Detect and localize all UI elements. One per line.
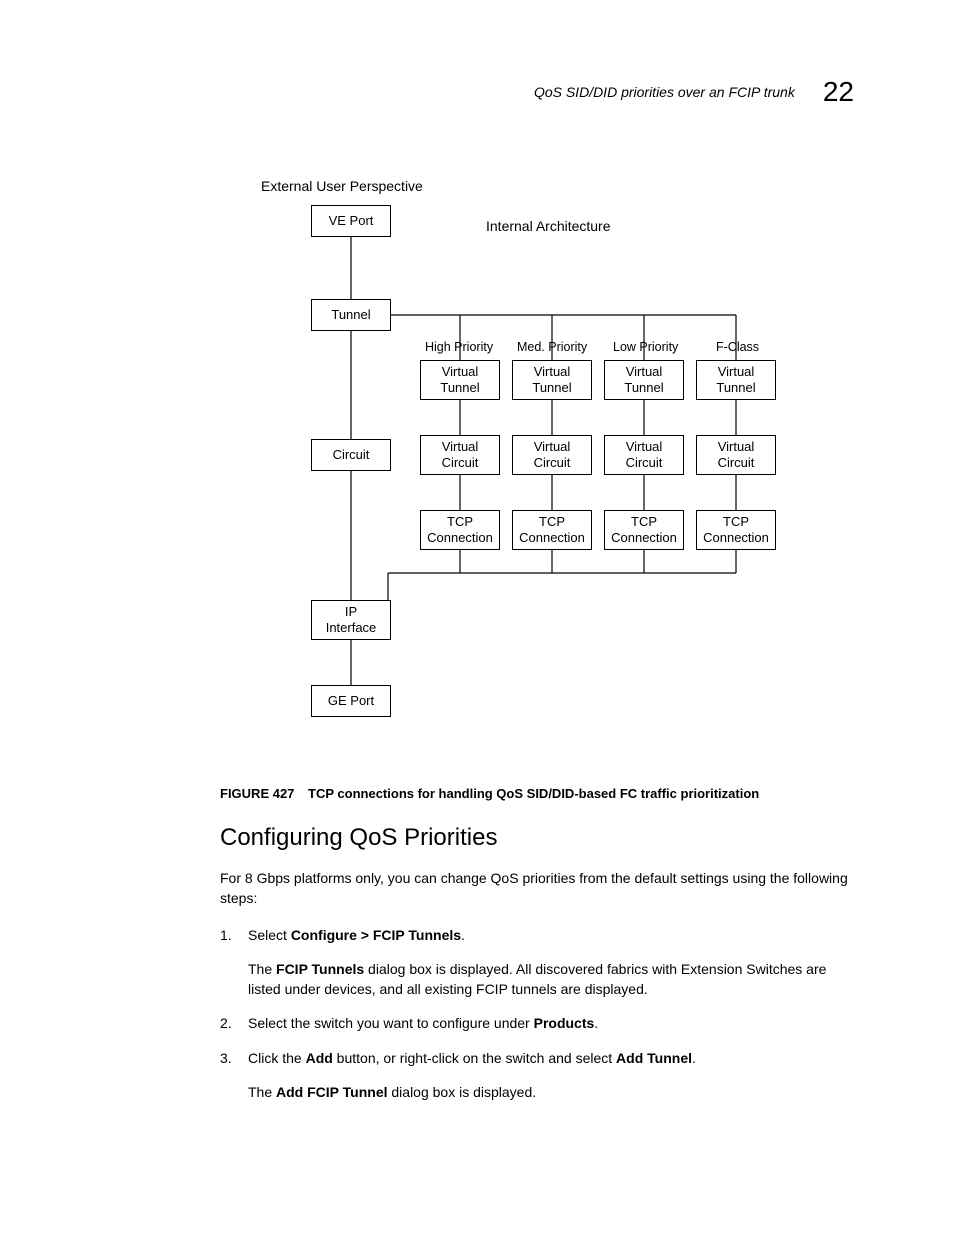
virtual-circuit-box: Virtual Circuit: [420, 435, 500, 475]
high-priority-label: High Priority: [425, 340, 493, 354]
step-list: 1. Select Configure > FCIP Tunnels. The …: [220, 925, 858, 1103]
button-name: Add: [306, 1050, 333, 1066]
text: The: [248, 1084, 276, 1100]
step-3-desc: The Add FCIP Tunnel dialog box is displa…: [248, 1082, 858, 1102]
step-body: Click the Add button, or right-click on …: [248, 1048, 858, 1068]
intro-paragraph: For 8 Gbps platforms only, you can chang…: [220, 868, 858, 909]
diagram-outer-title: External User Perspective: [261, 178, 423, 194]
step-number: 3.: [220, 1048, 238, 1068]
tcp-connection-box: TCP Connection: [512, 510, 592, 550]
ve-port-box: VE Port: [311, 205, 391, 237]
diagram: Internal Architecture VE Port Tunnel Cir…: [261, 195, 801, 750]
tunnel-box: Tunnel: [311, 299, 391, 331]
virtual-tunnel-box: Virtual Tunnel: [420, 360, 500, 400]
text: button, or right-click on the switch and…: [333, 1050, 616, 1066]
figure-text: TCP connections for handling QoS SID/DID…: [308, 786, 759, 801]
virtual-circuit-box: Virtual Circuit: [696, 435, 776, 475]
chapter-number: 22: [823, 76, 854, 108]
page-header: QoS SID/DID priorities over an FCIP trun…: [534, 76, 854, 108]
text: .: [692, 1050, 696, 1066]
ip-interface-box: IP Interface: [311, 600, 391, 640]
step-1-desc: The FCIP Tunnels dialog box is displayed…: [248, 959, 858, 1000]
text: dialog box is displayed.: [388, 1084, 537, 1100]
low-priority-label: Low Priority: [613, 340, 678, 354]
tcp-connection-box: TCP Connection: [696, 510, 776, 550]
tcp-connection-box: TCP Connection: [420, 510, 500, 550]
step-1: 1. Select Configure > FCIP Tunnels.: [220, 925, 858, 945]
virtual-circuit-box: Virtual Circuit: [512, 435, 592, 475]
page: QoS SID/DID priorities over an FCIP trun…: [0, 0, 954, 1235]
figure-label: FIGURE 427: [220, 786, 294, 801]
tcp-connection-box: TCP Connection: [604, 510, 684, 550]
med-priority-label: Med. Priority: [517, 340, 587, 354]
virtual-circuit-box: Virtual Circuit: [604, 435, 684, 475]
menu-path: Configure > FCIP Tunnels: [291, 927, 461, 943]
ui-label: Products: [534, 1015, 595, 1031]
step-body: Select Configure > FCIP Tunnels.: [248, 925, 858, 945]
text: .: [594, 1015, 598, 1031]
text: Select the switch you want to configure …: [248, 1015, 534, 1031]
ge-port-box: GE Port: [311, 685, 391, 717]
step-number: 2.: [220, 1013, 238, 1033]
step-3: 3. Click the Add button, or right-click …: [220, 1048, 858, 1068]
dialog-name: Add FCIP Tunnel: [276, 1084, 387, 1100]
circuit-box: Circuit: [311, 439, 391, 471]
step-number: 1.: [220, 925, 238, 945]
dialog-name: FCIP Tunnels: [276, 961, 364, 977]
virtual-tunnel-box: Virtual Tunnel: [604, 360, 684, 400]
text: Select: [248, 927, 291, 943]
step-2: 2. Select the switch you want to configu…: [220, 1013, 858, 1033]
body-block: For 8 Gbps platforms only, you can chang…: [220, 868, 858, 1102]
section-heading: Configuring QoS Priorities: [220, 824, 497, 852]
step-body: Select the switch you want to configure …: [248, 1013, 858, 1033]
internal-architecture-label: Internal Architecture: [486, 218, 611, 234]
text: Click the: [248, 1050, 306, 1066]
virtual-tunnel-box: Virtual Tunnel: [696, 360, 776, 400]
header-title: QoS SID/DID priorities over an FCIP trun…: [534, 84, 795, 100]
menu-item: Add Tunnel: [616, 1050, 692, 1066]
text: The: [248, 961, 276, 977]
virtual-tunnel-box: Virtual Tunnel: [512, 360, 592, 400]
text: .: [461, 927, 465, 943]
figure-caption: FIGURE 427 TCP connections for handling …: [220, 786, 759, 801]
fclass-label: F-Class: [716, 340, 759, 354]
